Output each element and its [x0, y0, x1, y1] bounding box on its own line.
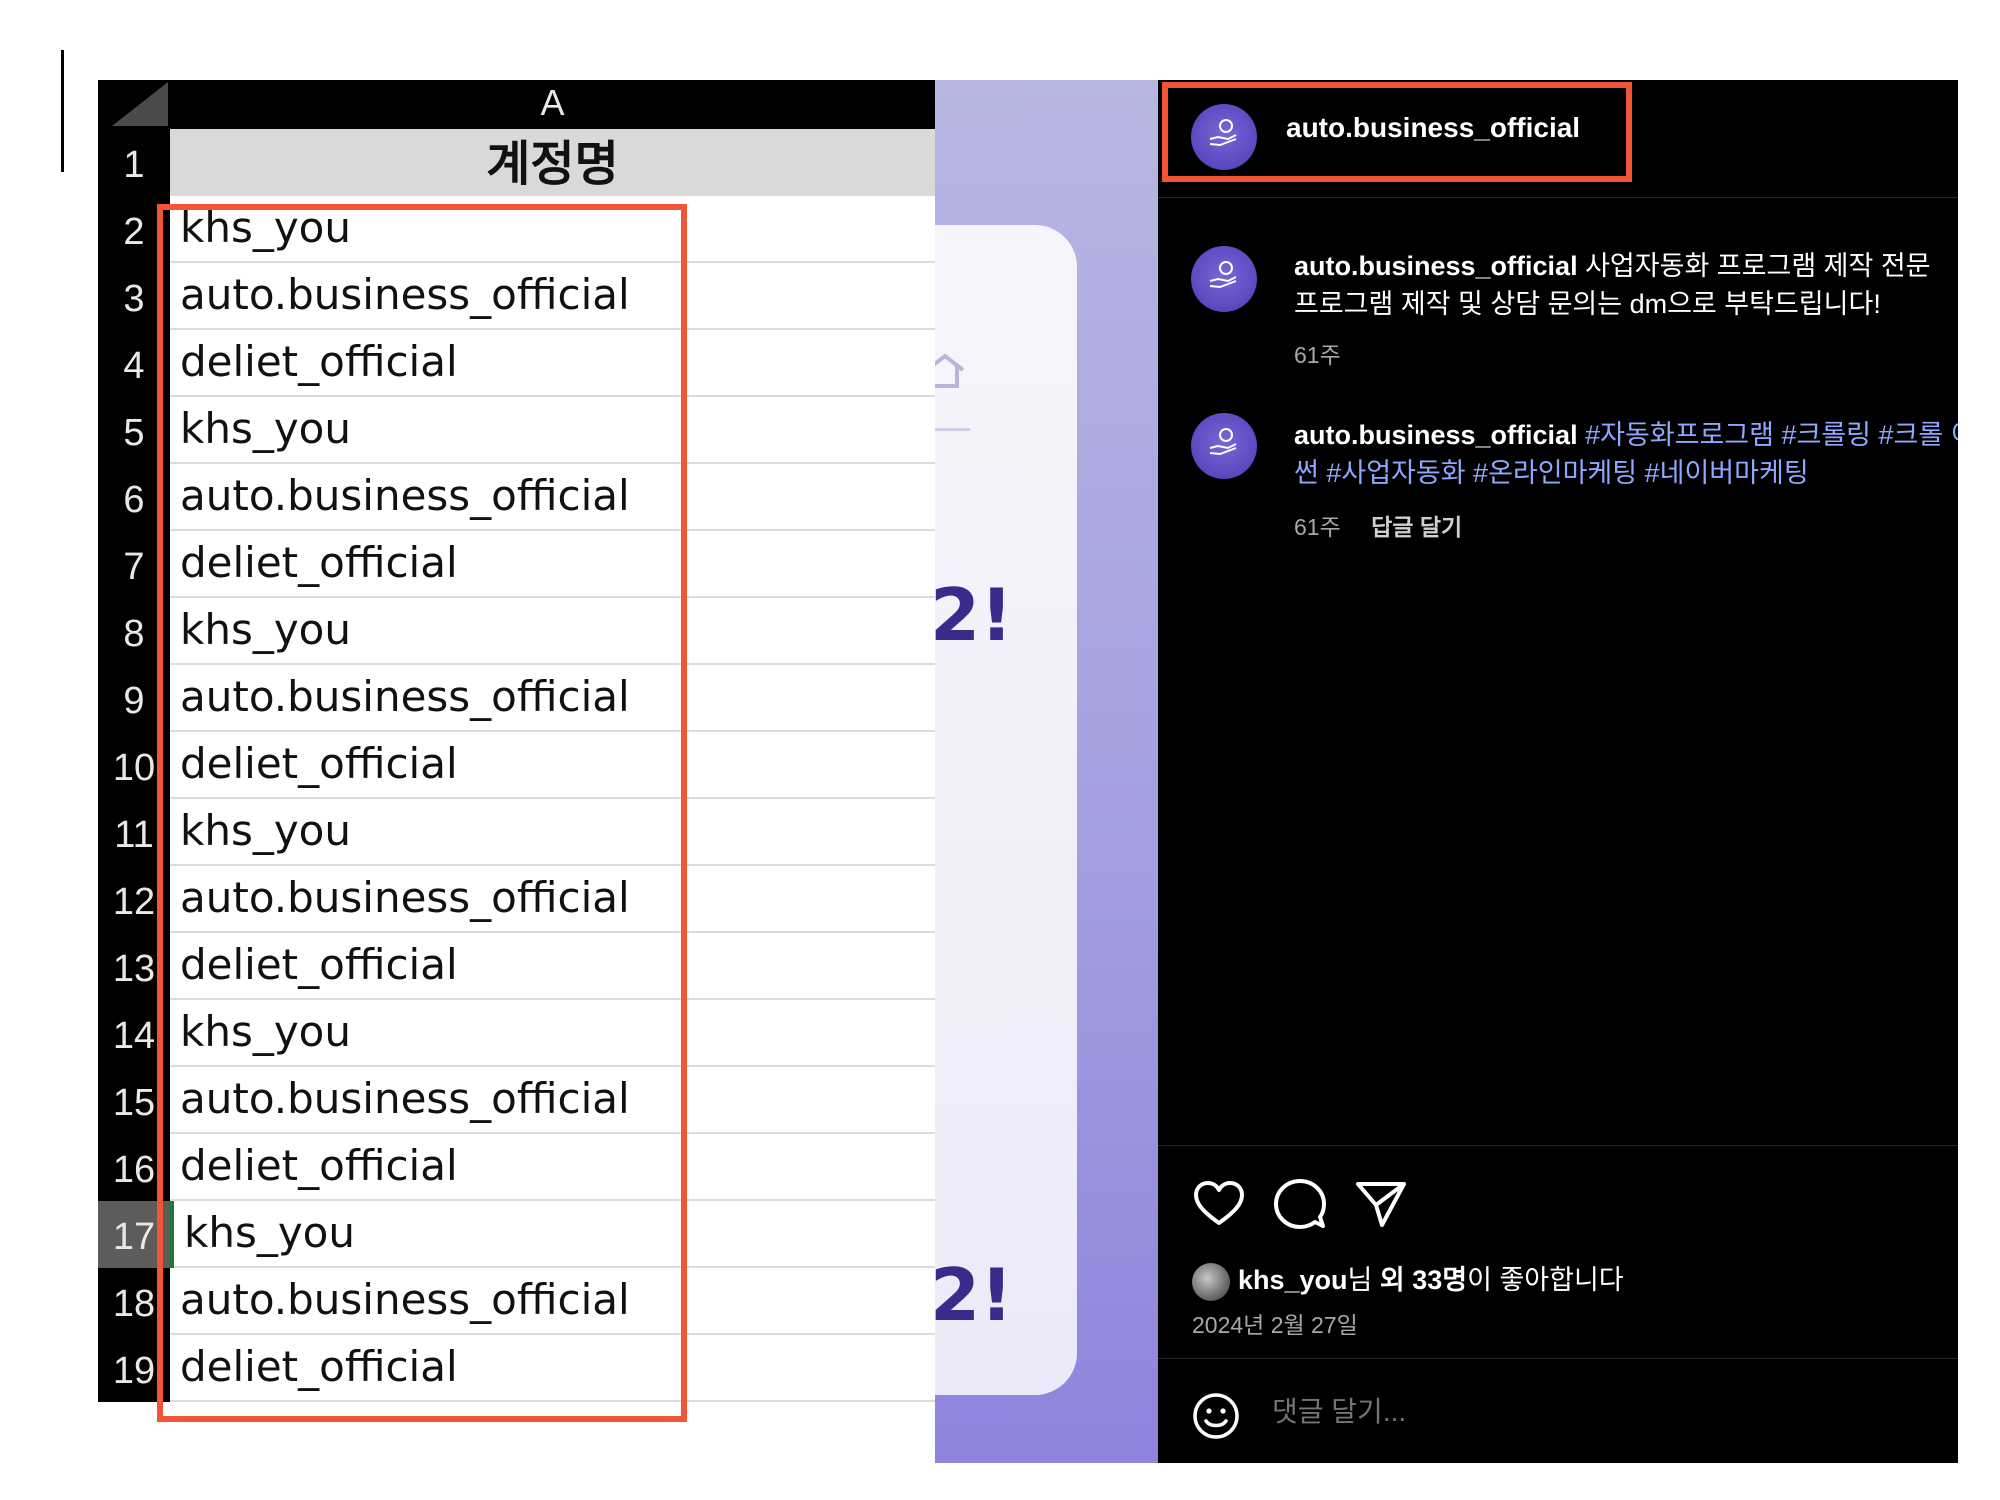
divider — [1158, 1145, 1958, 1146]
hashtag-comment: auto.business_official #자동화프로그램 #크롤링 #크롤… — [1294, 416, 1958, 492]
avatar[interactable] — [1192, 1262, 1230, 1301]
hand-coin-icon — [1209, 428, 1237, 456]
text-cursor-line — [61, 50, 64, 172]
header-cell[interactable]: 계정명 — [170, 129, 935, 196]
selection-highlight-box — [157, 204, 687, 1422]
select-all-corner[interactable] — [98, 80, 170, 129]
divider — [935, 428, 970, 431]
comment-username[interactable]: auto.business_official — [1294, 251, 1578, 281]
instagram-post-panel: auto.business_official auto.business_off… — [1158, 80, 1958, 1463]
card-heading-fragment: 2! — [935, 573, 1013, 657]
hand-coin-icon — [1209, 261, 1237, 289]
table-row-header: 1 계정명 — [98, 129, 935, 196]
comment-input[interactable] — [1270, 1395, 1874, 1429]
card-heading-fragment: 2! — [935, 1253, 1013, 1337]
divider — [1158, 1358, 1958, 1359]
reply-button[interactable]: 답글 달기 — [1371, 514, 1462, 540]
comment-meta: 61주 답글 달기 — [1294, 508, 1462, 542]
liker-username[interactable]: khs_you — [1238, 1265, 1348, 1295]
avatar[interactable] — [1191, 413, 1257, 479]
comment-time[interactable]: 61주 — [1294, 342, 1341, 368]
likes-summary[interactable]: khs_you님 외 33명이 좋아합니다 — [1192, 1260, 1624, 1301]
background-image-panel: 2! 2! — [935, 80, 1158, 1463]
comment-icon[interactable] — [1273, 1177, 1327, 1231]
post-date: 2024년 2월 27일 — [1192, 1312, 1358, 1338]
likes-text: 님 — [1347, 1265, 1380, 1295]
caption-comment: auto.business_official 사업자동화 프로그램 제작 전문 … — [1294, 247, 1954, 323]
heart-icon[interactable] — [1192, 1177, 1246, 1231]
share-icon[interactable] — [1354, 1177, 1408, 1231]
home-icon — [935, 353, 965, 388]
emoji-icon[interactable] — [1192, 1392, 1240, 1440]
comment-username[interactable]: auto.business_official — [1294, 420, 1578, 450]
avatar[interactable] — [1191, 246, 1257, 312]
content-card — [935, 225, 1077, 1395]
username-highlight-box — [1162, 82, 1632, 182]
comment-meta: 61주 — [1294, 336, 1341, 370]
likes-text: 이 좋아합니다 — [1467, 1265, 1624, 1295]
row-number[interactable]: 1 — [98, 129, 170, 196]
comment-time[interactable]: 61주 — [1294, 514, 1341, 540]
likes-count[interactable]: 외 33명 — [1380, 1265, 1467, 1295]
column-header-a[interactable]: A — [170, 80, 935, 129]
post-header: auto.business_official — [1158, 80, 1958, 198]
